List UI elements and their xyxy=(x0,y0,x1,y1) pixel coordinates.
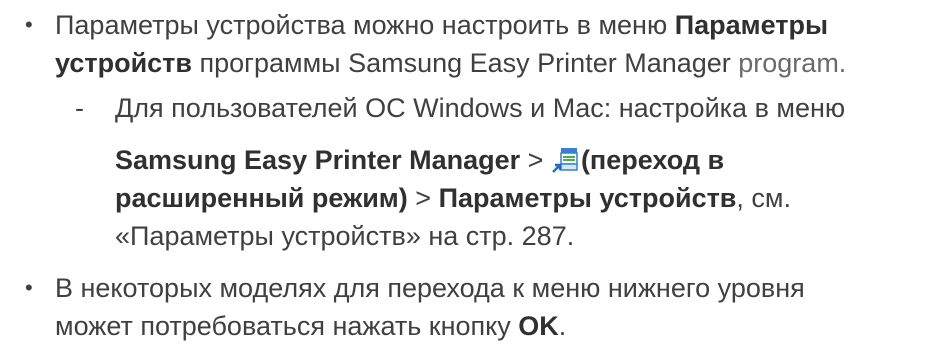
dash-marker: - xyxy=(75,93,84,123)
text: > xyxy=(520,145,551,175)
bold-text: (переход в xyxy=(580,145,725,175)
text: может потребоваться нажать кнопку xyxy=(55,311,519,341)
bold-text: Параметры xyxy=(674,10,829,40)
cross-reference-text: «Параметры устройств» на стр. 287. xyxy=(115,221,575,251)
text: В некоторых моделях для перехода к меню … xyxy=(55,273,805,303)
item2-line1: В некоторых моделях для перехода к меню … xyxy=(55,269,805,307)
item2-line2: может потребоваться нажать кнопку OK. xyxy=(55,307,566,345)
sub-line1: Для пользователей ОС Windows и Mac: наст… xyxy=(115,89,845,127)
text: Для пользователей ОС Windows и Mac: наст… xyxy=(115,93,846,123)
bullet-marker: • xyxy=(25,275,33,300)
bold-text: Samsung Easy Printer Manager xyxy=(115,145,521,175)
bold-text: расширенный режим) xyxy=(115,183,408,213)
bullet-marker: • xyxy=(25,12,33,37)
text: Параметры устройства можно настроить в м… xyxy=(55,10,675,40)
bold-text: OK xyxy=(518,311,559,341)
text: . xyxy=(558,311,567,341)
bold-text: устройств xyxy=(55,48,193,78)
text: программы Samsung Easy Printer Manager xyxy=(192,48,731,78)
advanced-mode-icon xyxy=(551,146,579,174)
bold-text: Параметры устройств xyxy=(438,183,737,213)
text: program. xyxy=(730,48,847,78)
sub-line3: расширенный режим) > Параметры устройств… xyxy=(115,179,791,217)
sub-line4: «Параметры устройств» на стр. 287. xyxy=(115,217,574,255)
sub-line2: Samsung Easy Printer Manager > (переход … xyxy=(115,141,724,179)
document-page: • Параметры устройства можно настроить в… xyxy=(0,0,951,349)
text: > xyxy=(407,183,439,213)
item1-line1: Параметры устройства можно настроить в м… xyxy=(55,6,828,44)
item1-line2: устройств программы Samsung Easy Printer… xyxy=(55,44,846,82)
text: , см. xyxy=(736,183,791,213)
